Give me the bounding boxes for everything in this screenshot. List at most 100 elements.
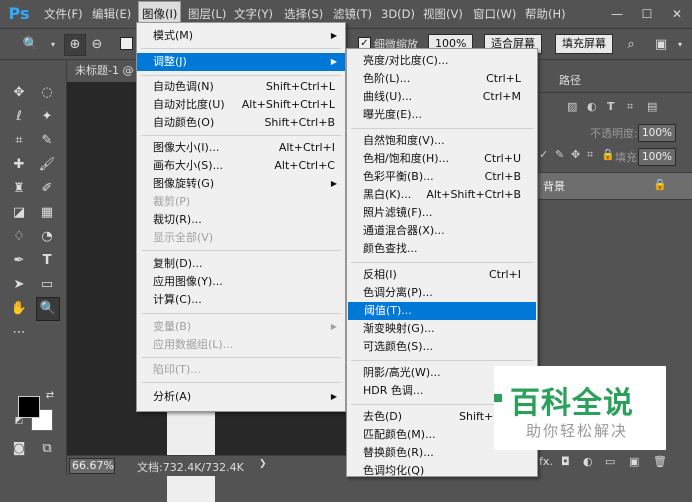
filter-pixel-icon[interactable]: ▨ (567, 100, 577, 113)
more-tools-icon[interactable]: ⋯ (8, 322, 30, 344)
adjust-item-hue-saturation[interactable]: 色相/饱和度(H)... Ctrl+U (347, 150, 537, 168)
filter-adjust-icon[interactable]: ◐ (587, 100, 597, 113)
filter-shape-icon[interactable]: ⌗ (627, 100, 633, 114)
image-menu-item-auto-contrast[interactable]: 自动对比度(U) Alt+Shift+Ctrl+L (137, 96, 345, 114)
stamp-tool-icon[interactable]: ♜ (8, 178, 30, 200)
crop-tool-icon[interactable]: ⌗ (8, 130, 30, 152)
image-menu-item-auto-tone[interactable]: 自动色调(N) Shift+Ctrl+L (137, 78, 345, 96)
adjust-item-brightness-contrast[interactable]: 亮度/对比度(C)... (347, 52, 537, 70)
lock-position-icon[interactable]: ✥ (571, 148, 580, 161)
close-icon[interactable]: ✕ (662, 0, 692, 28)
adjust-item-channel-mixer[interactable]: 通道混合器(X)... (347, 222, 537, 240)
zoom-level-field[interactable]: 66.67% (69, 458, 115, 474)
image-menu-item-adjustments[interactable]: 调整(J) ▶ (137, 53, 345, 71)
history-brush-tool-icon[interactable]: ✐ (36, 178, 58, 200)
adjust-item-color-lookup[interactable]: 颜色查找... (347, 240, 537, 258)
fx-icon[interactable]: fx. (539, 455, 553, 468)
image-menu-item-calculations[interactable]: 计算(C)... (137, 291, 345, 309)
image-menu-item-apply-image[interactable]: 应用图像(Y)... (137, 273, 345, 291)
zoom-tool-icon[interactable]: 🔍 (36, 297, 60, 321)
dodge-tool-icon[interactable]: ◔ (36, 226, 58, 248)
filter-smart-icon[interactable]: ▤ (647, 100, 657, 113)
adjust-item-black-white[interactable]: 黑白(K)... Alt+Shift+Ctrl+B (347, 186, 537, 204)
adjust-item-threshold[interactable]: 阈值(T)... (348, 302, 536, 320)
tab-paths[interactable]: 路径 (559, 72, 581, 88)
image-menu-item-auto-color[interactable]: 自动颜色(O) Shift+Ctrl+B (137, 114, 345, 132)
zoom-tool-icon[interactable]: 🔍 (20, 34, 42, 56)
lock-brush-icon[interactable]: ✎ (555, 148, 564, 161)
menu-item-label: 亮度/对比度(C)... (363, 54, 449, 67)
fill-screen-button[interactable]: 填充屏幕 (555, 34, 613, 54)
minimize-icon[interactable]: — (602, 0, 632, 28)
status-arrow-icon[interactable]: ❯ (259, 459, 267, 469)
swap-colors-icon[interactable]: ⇄ (44, 390, 56, 402)
blur-tool-icon[interactable]: ♢ (8, 226, 30, 248)
chevron-down-icon[interactable]: ▾ (42, 34, 64, 56)
menu-3d[interactable]: 3D(D) (381, 0, 415, 28)
zoom-in-icon[interactable]: ⊕ (64, 34, 86, 56)
adjust-item-selective-color[interactable]: 可选颜色(S)... (347, 338, 537, 356)
mask-icon[interactable]: ◘ (561, 455, 570, 468)
adjust-item-photo-filter[interactable]: 照片滤镜(F)... (347, 204, 537, 222)
move-tool-icon[interactable]: ✥ (8, 82, 30, 104)
adjust-item-levels[interactable]: 色阶(L)... Ctrl+L (347, 70, 537, 88)
group-icon[interactable]: ▭ (605, 455, 615, 468)
quick-mask-icon[interactable]: ◙ (8, 438, 30, 460)
lasso-tool-icon[interactable]: ℓ (8, 106, 30, 128)
hand-tool-icon[interactable]: ✋ (8, 298, 30, 320)
workspace-icon[interactable]: ▣ (650, 34, 672, 56)
menu-view[interactable]: 视图(V) (423, 0, 463, 28)
foreground-color-swatch[interactable] (18, 396, 40, 418)
search-icon[interactable]: ⌕ (620, 34, 642, 56)
adjust-item-posterize[interactable]: 色调分离(P)... (347, 284, 537, 302)
zoom-out-icon[interactable]: ⊖ (86, 34, 108, 56)
adjust-item-curves[interactable]: 曲线(U)... Ctrl+M (347, 88, 537, 106)
menu-edit[interactable]: 编辑(E) (92, 0, 131, 28)
adjustment-layer-icon[interactable]: ◐ (583, 455, 593, 468)
trash-icon[interactable]: 🗑 (653, 455, 667, 468)
resize-windows-checkbox[interactable] (120, 37, 133, 50)
menu-file[interactable]: 文件(F) (44, 0, 83, 28)
marquee-tool-icon[interactable]: ◌ (36, 82, 58, 104)
menu-window[interactable]: 窗口(W) (473, 0, 516, 28)
image-menu-item-mode[interactable]: 模式(M) ▶ (137, 27, 345, 45)
layer-lock-icon[interactable]: 🔒 (653, 178, 667, 191)
adjust-item-equalize[interactable]: 色调均化(Q) (347, 462, 537, 476)
adjust-item-vibrance[interactable]: 自然饱和度(V)... (347, 132, 537, 150)
workspace-chevron-icon[interactable]: ▾ (672, 34, 688, 56)
lock-artboard-icon[interactable]: ⌗ (587, 148, 593, 162)
path-select-tool-icon[interactable]: ➤ (8, 274, 30, 296)
shape-tool-icon[interactable]: ▭ (36, 274, 58, 296)
adjust-item-gradient-map[interactable]: 渐变映射(G)... (347, 320, 537, 338)
image-menu-item-canvas-size[interactable]: 画布大小(S)... Alt+Ctrl+C (137, 157, 345, 175)
image-menu-item-trim[interactable]: 裁切(R)... (137, 211, 345, 229)
magic-wand-tool-icon[interactable]: ✦ (36, 106, 58, 128)
image-menu-item-analysis[interactable]: 分析(A) ▶ (137, 388, 345, 406)
type-tool-icon[interactable]: T (36, 250, 58, 272)
default-colors-icon[interactable]: ◩ (14, 416, 24, 426)
image-menu-item-image-rotation[interactable]: 图像旋转(G) ▶ (137, 175, 345, 193)
adjust-item-color-balance[interactable]: 色彩平衡(B)... Ctrl+B (347, 168, 537, 186)
image-menu-item-image-size[interactable]: 图像大小(I)... Alt+Ctrl+I (137, 139, 345, 157)
document-tab[interactable]: 未标题-1 @ (67, 60, 146, 82)
image-menu-item-duplicate[interactable]: 复制(D)... (137, 255, 345, 273)
brush-tool-icon[interactable]: 🖌 (36, 154, 58, 176)
opacity-field[interactable]: 100% (638, 124, 677, 142)
adjust-item-invert[interactable]: 反相(I) Ctrl+I (347, 266, 537, 284)
fill-field[interactable]: 100% (638, 148, 677, 166)
gradient-tool-icon[interactable]: ▦ (36, 202, 58, 224)
menu-help[interactable]: 帮助(H) (525, 0, 566, 28)
filter-type-icon[interactable]: T (607, 100, 615, 113)
eyedropper-tool-icon[interactable]: ✎ (36, 130, 58, 152)
adjust-item-exposure[interactable]: 曝光度(E)... (347, 106, 537, 124)
maximize-icon[interactable]: ☐ (632, 0, 662, 28)
eraser-tool-icon[interactable]: ◪ (8, 202, 30, 224)
healing-brush-tool-icon[interactable]: ✚ (8, 154, 30, 176)
lock-all-icon[interactable]: 🔒 (601, 148, 615, 161)
screen-mode-icon[interactable]: ⧉ (36, 438, 58, 460)
new-layer-icon[interactable]: ▣ (629, 455, 639, 468)
lock-pixels-icon[interactable]: ✓ (539, 148, 548, 161)
menu-separator (351, 262, 533, 263)
layer-row-background[interactable]: 背景 🔒 (535, 172, 692, 200)
pen-tool-icon[interactable]: ✒ (8, 250, 30, 272)
